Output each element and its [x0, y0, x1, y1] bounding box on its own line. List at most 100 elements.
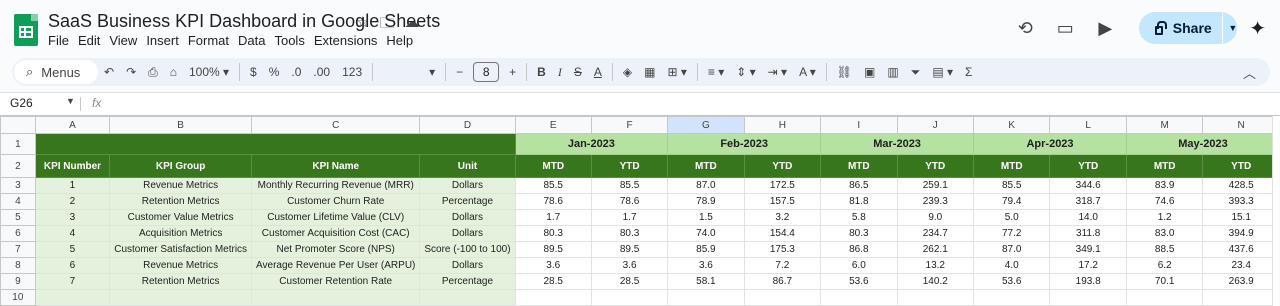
mtd-value-cell[interactable]: 70.1 [1125, 273, 1204, 290]
kpi-number-cell[interactable]: 6 [34, 257, 111, 274]
text-wrapping-icon[interactable]: ⇥ ▾ [762, 65, 793, 79]
mtd-value-cell[interactable]: 53.6 [820, 273, 898, 290]
functions-button[interactable]: Σ [959, 65, 978, 79]
header-mtd[interactable]: MTD [973, 154, 1051, 178]
row-header-2[interactable]: 2 [0, 154, 36, 178]
mtd-value-cell[interactable]: 80.3 [820, 225, 898, 242]
horizontal-align-icon[interactable]: ≡ ▾ [702, 65, 730, 79]
ytd-value-cell[interactable]: 80.3 [590, 225, 669, 242]
ytd-value-cell[interactable]: 428.5 [1202, 177, 1280, 194]
mtd-value-cell[interactable]: 89.5 [514, 241, 592, 258]
kpi-name-cell[interactable]: Average Revenue Per User (ARPU) [251, 257, 421, 274]
mtd-value-cell[interactable]: 88.5 [1125, 241, 1204, 258]
month-header[interactable]: Mar-2023 [820, 133, 975, 155]
mtd-value-cell[interactable]: 53.6 [973, 273, 1051, 290]
menu-extensions[interactable]: Extensions [314, 33, 386, 48]
column-header-b[interactable]: B [109, 116, 253, 134]
unit-cell[interactable]: Dollars [419, 257, 516, 274]
insert-chart-icon[interactable]: ▥ [881, 65, 904, 79]
kpi-number-cell[interactable]: 5 [34, 241, 111, 258]
zoom-select[interactable]: 100% ▾ [183, 65, 235, 79]
undo-icon[interactable]: ↶ [98, 65, 120, 79]
ytd-value-cell[interactable]: 311.8 [1049, 225, 1127, 242]
mtd-value-cell[interactable]: 1.7 [514, 209, 592, 226]
font-size-input[interactable]: 8 [473, 62, 500, 82]
ytd-value-cell[interactable]: 85.5 [590, 177, 669, 194]
kpi-group-cell[interactable]: Revenue Metrics [109, 257, 253, 274]
mtd-value-cell[interactable]: 6.2 [1125, 257, 1204, 274]
menu-data[interactable]: Data [238, 33, 273, 48]
version-history-icon[interactable]: ⟲ [1005, 18, 1045, 39]
menu-format[interactable]: Format [188, 33, 237, 48]
mtd-value-cell[interactable]: 1.5 [667, 209, 745, 226]
print-icon[interactable]: ⎙ [142, 65, 164, 80]
text-color-button[interactable]: A [588, 65, 608, 79]
mtd-value-cell[interactable]: 83.0 [1125, 225, 1204, 242]
mtd-value-cell[interactable]: 5.8 [820, 209, 898, 226]
empty-cell[interactable] [1125, 289, 1204, 306]
header-mtd[interactable]: MTD [820, 154, 898, 178]
ytd-value-cell[interactable]: 3.6 [590, 257, 669, 274]
currency-format-button[interactable]: $ [244, 65, 263, 79]
header-ytd[interactable]: YTD [1202, 154, 1280, 178]
ytd-value-cell[interactable]: 9.0 [896, 209, 975, 226]
mtd-value-cell[interactable]: 80.3 [514, 225, 592, 242]
ytd-value-cell[interactable]: 437.6 [1202, 241, 1280, 258]
filter-icon[interactable]: ⏷ [905, 65, 927, 80]
mtd-value-cell[interactable]: 6.0 [820, 257, 898, 274]
unit-cell[interactable]: Dollars [419, 177, 516, 194]
mtd-value-cell[interactable]: 83.9 [1125, 177, 1204, 194]
fill-color-icon[interactable]: ◈ [617, 65, 638, 79]
row-header-1[interactable]: 1 [0, 133, 36, 155]
header-unit[interactable]: Unit [419, 154, 516, 178]
ytd-value-cell[interactable]: 318.7 [1049, 193, 1127, 210]
month-header[interactable]: May-2023 [1125, 133, 1280, 155]
mtd-value-cell[interactable]: 85.9 [667, 241, 745, 258]
header-ytd[interactable]: YTD [590, 154, 669, 178]
ytd-value-cell[interactable]: 262.1 [896, 241, 975, 258]
ytd-value-cell[interactable]: 15.1 [1202, 209, 1280, 226]
header-ytd[interactable]: YTD [1049, 154, 1127, 178]
header-mtd[interactable]: MTD [514, 154, 592, 178]
column-header-h[interactable]: H [743, 116, 822, 134]
kpi-group-cell[interactable]: Customer Value Metrics [109, 209, 253, 226]
mtd-value-cell[interactable]: 78.9 [667, 193, 745, 210]
ytd-value-cell[interactable]: 89.5 [590, 241, 669, 258]
mtd-value-cell[interactable]: 87.0 [973, 241, 1051, 258]
menu-help[interactable]: Help [386, 33, 421, 48]
gemini-spark-icon[interactable]: ✦ [1249, 16, 1266, 41]
empty-cell[interactable] [109, 289, 253, 306]
ytd-value-cell[interactable]: 23.4 [1202, 257, 1280, 274]
filter-views-icon[interactable]: ▤ ▾ [926, 65, 959, 79]
mtd-value-cell[interactable]: 78.6 [514, 193, 592, 210]
column-header-l[interactable]: L [1049, 116, 1127, 134]
mtd-value-cell[interactable]: 81.8 [820, 193, 898, 210]
increase-font-size-button[interactable]: + [503, 65, 522, 79]
increase-decimal-button[interactable]: .00 [307, 65, 336, 79]
month-header[interactable]: Feb-2023 [667, 133, 822, 155]
redo-icon[interactable]: ↷ [120, 65, 142, 79]
kpi-group-cell[interactable]: Revenue Metrics [109, 177, 253, 194]
strikethrough-button[interactable]: S [568, 65, 588, 79]
header-ytd[interactable]: YTD [896, 154, 975, 178]
kpi-group-cell[interactable]: Acquisition Metrics [109, 225, 253, 242]
search-menus-button[interactable]: ⌕ Menus [14, 60, 98, 84]
kpi-number-cell[interactable]: 4 [34, 225, 111, 242]
unit-cell[interactable]: Score (-100 to 100) [419, 241, 516, 258]
ytd-value-cell[interactable]: 239.3 [896, 193, 975, 210]
column-header-a[interactable]: A [34, 116, 111, 134]
row-header[interactable]: 8 [0, 257, 36, 274]
column-header-m[interactable]: M [1125, 116, 1204, 134]
ytd-value-cell[interactable]: 175.3 [743, 241, 822, 258]
decrease-font-size-button[interactable]: − [450, 65, 469, 79]
mtd-value-cell[interactable]: 58.1 [667, 273, 745, 290]
kpi-number-cell[interactable]: 2 [34, 193, 111, 210]
empty-cell[interactable] [590, 289, 669, 306]
header-ytd[interactable]: YTD [743, 154, 822, 178]
ytd-value-cell[interactable]: 393.3 [1202, 193, 1280, 210]
empty-cell[interactable] [1049, 289, 1127, 306]
select-all-corner[interactable] [0, 116, 36, 134]
kpi-number-cell[interactable]: 1 [34, 177, 111, 194]
ytd-value-cell[interactable]: 14.0 [1049, 209, 1127, 226]
kpi-name-cell[interactable]: Customer Lifetime Value (CLV) [251, 209, 421, 226]
